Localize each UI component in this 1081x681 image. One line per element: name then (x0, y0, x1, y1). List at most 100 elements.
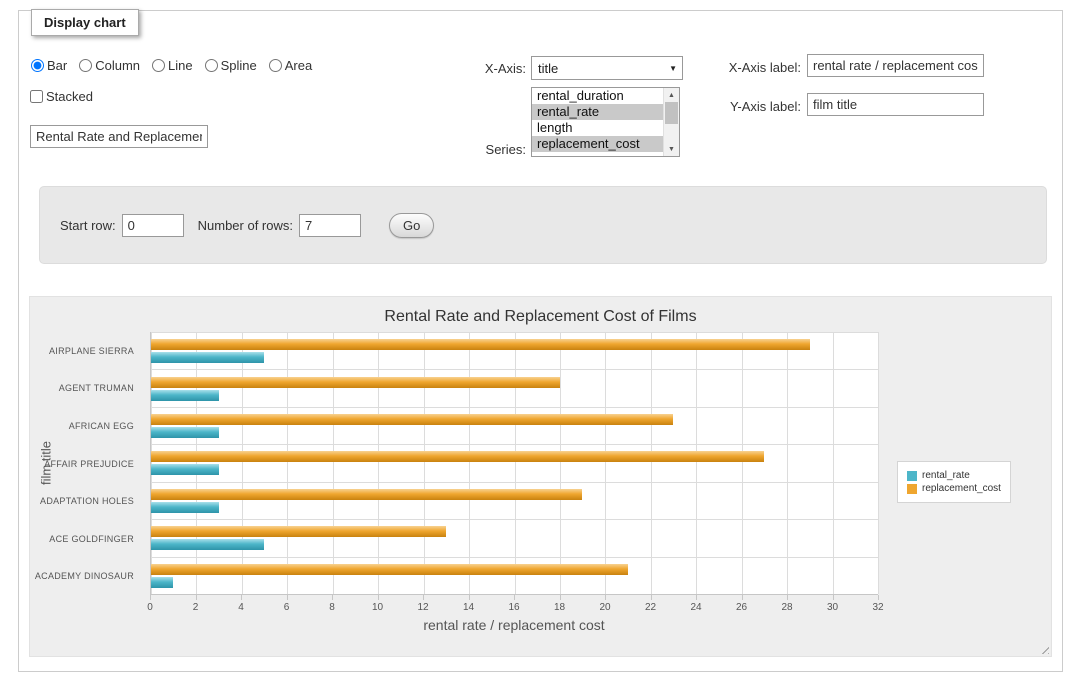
row-controls-panel: Start row: Number of rows: Go (39, 186, 1047, 264)
series-listbox[interactable]: rental_duration rental_rate length repla… (531, 87, 680, 157)
x-tick-mark (560, 595, 561, 600)
bar-rental_rate (151, 427, 219, 438)
scroll-down-button[interactable]: ▼ (664, 142, 679, 156)
y-axis-label-label: Y-Axis label: (691, 99, 801, 114)
stacked-label: Stacked (46, 89, 93, 104)
display-chart-fieldset: Display chart Bar Column Line Spline Are… (18, 10, 1063, 672)
x-tick-mark (787, 595, 788, 600)
chart-type-area-radio[interactable] (269, 59, 282, 72)
chart-type-column-radio[interactable] (79, 59, 92, 72)
x-tick-mark (514, 595, 515, 600)
start-row-label: Start row: (60, 218, 116, 233)
chart-title-input[interactable] (30, 125, 208, 148)
legend-items: rental_rate replacement_cost (907, 470, 1001, 494)
x-tick-mark (651, 595, 652, 600)
x-tick-mark (378, 595, 379, 600)
go-button[interactable]: Go (389, 213, 434, 238)
series-options: rental_duration rental_rate length repla… (532, 88, 663, 156)
series-option-rental-duration[interactable]: rental_duration (532, 88, 663, 104)
start-row-input[interactable] (122, 214, 184, 237)
page: Display chart Bar Column Line Spline Are… (0, 0, 1081, 681)
fieldset-legend: Display chart (31, 9, 139, 36)
category-label: ADAPTATION HOLES (40, 496, 134, 506)
category-band (151, 407, 878, 444)
chart-type-radio-group: Bar Column Line Spline Area (31, 58, 312, 73)
bar-replacement_cost (151, 451, 764, 462)
chart-type-line[interactable]: Line (152, 58, 193, 73)
x-axis-select-value: title (538, 61, 669, 76)
x-tick-mark (878, 595, 879, 600)
bar-rental_rate (151, 464, 219, 475)
legend-item[interactable]: replacement_cost (907, 483, 1001, 494)
category-band (151, 332, 878, 369)
chart-type-spline[interactable]: Spline (205, 58, 257, 73)
x-tick-label: 32 (872, 602, 883, 613)
chart-type-spline-label: Spline (221, 58, 257, 73)
category-labels: AIRPLANE SIERRAAGENT TRUMANAFRICAN EGGAF… (30, 332, 142, 595)
bar-rental_rate (151, 539, 264, 550)
chart-type-line-radio[interactable] (152, 59, 165, 72)
legend-swatch (907, 484, 917, 494)
bar-rental_rate (151, 390, 219, 401)
y-axis-label-input[interactable] (807, 93, 984, 116)
number-of-rows-input[interactable] (299, 214, 361, 237)
stacked-checkbox[interactable] (30, 90, 43, 103)
legend-label: rental_rate (922, 470, 970, 481)
x-tick-label: 18 (554, 602, 565, 613)
x-tick-mark (833, 595, 834, 600)
series-select-label: Series: (449, 142, 526, 157)
chart-type-column[interactable]: Column (79, 58, 140, 73)
x-tick-label: 30 (827, 602, 838, 613)
x-tick-label: 8 (329, 602, 335, 613)
x-tick-mark (196, 595, 197, 600)
x-tick-label: 14 (463, 602, 474, 613)
x-tick-mark (605, 595, 606, 600)
series-option-rental-rate[interactable]: rental_rate (532, 104, 663, 120)
x-tick-label: 24 (690, 602, 701, 613)
x-tick-label: 6 (284, 602, 290, 613)
x-tick-label: 12 (417, 602, 428, 613)
chart-title: Rental Rate and Replacement Cost of Film… (30, 308, 1051, 326)
category-label: ACADEMY DINOSAUR (35, 571, 134, 581)
x-axis-title: rental rate / replacement cost (150, 617, 878, 633)
bar-rental_rate (151, 577, 173, 588)
x-tick-label: 26 (736, 602, 747, 613)
chart-type-spline-radio[interactable] (205, 59, 218, 72)
bar-rental_rate (151, 502, 219, 513)
x-tick-marks (150, 595, 878, 600)
bar-rental_rate (151, 352, 264, 363)
x-tick-label: 22 (645, 602, 656, 613)
series-option-replacement-cost[interactable]: replacement_cost (532, 136, 663, 152)
chart-type-bar[interactable]: Bar (31, 58, 67, 73)
x-axis-label-label: X-Axis label: (691, 60, 801, 75)
chart-panel: Rental Rate and Replacement Cost of Film… (29, 296, 1052, 657)
series-option-length[interactable]: length (532, 120, 663, 136)
category-label: ACE GOLDFINGER (49, 534, 134, 544)
x-tick-mark (332, 595, 333, 600)
resize-handle[interactable] (1038, 643, 1049, 654)
chart-type-bar-radio[interactable] (31, 59, 44, 72)
x-tick-mark (287, 595, 288, 600)
x-tick-mark (150, 595, 151, 600)
chart-type-bar-label: Bar (47, 58, 67, 73)
category-band (151, 369, 878, 406)
legend-item[interactable]: rental_rate (907, 470, 1001, 481)
x-tick-mark (742, 595, 743, 600)
x-axis-label-input[interactable] (807, 54, 984, 77)
category-label: AFRICAN EGG (69, 421, 134, 431)
x-axis-select[interactable]: title ▼ (531, 56, 683, 80)
scrollbar-thumb[interactable] (665, 102, 678, 124)
number-of-rows-label: Number of rows: (198, 218, 293, 233)
chart-type-area-label: Area (285, 58, 312, 73)
category-label: AGENT TRUMAN (59, 383, 134, 393)
stacked-option: Stacked (30, 89, 93, 104)
x-tick-label: 16 (508, 602, 519, 613)
gridline (878, 332, 879, 594)
stacked-checkbox-wrap[interactable]: Stacked (30, 89, 93, 104)
category-band (151, 482, 878, 519)
series-scrollbar[interactable]: ▲ ▼ (663, 88, 679, 156)
x-tick-label: 2 (193, 602, 199, 613)
chart-type-area[interactable]: Area (269, 58, 312, 73)
scroll-up-button[interactable]: ▲ (664, 88, 679, 102)
x-tick-mark (241, 595, 242, 600)
